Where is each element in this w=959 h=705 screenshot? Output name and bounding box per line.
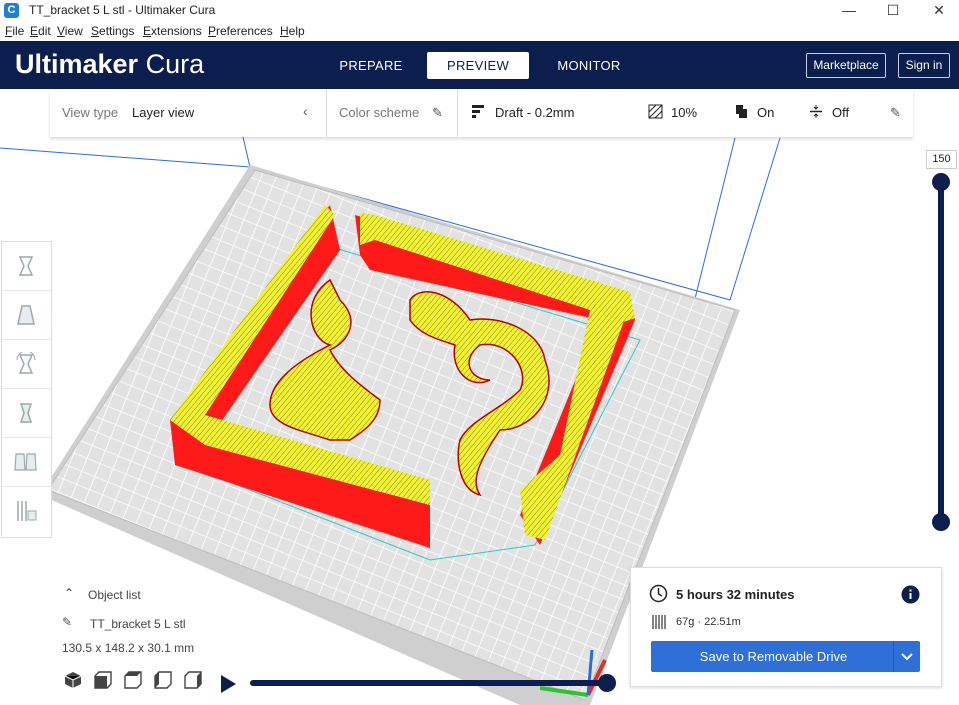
left-toolbar bbox=[1, 241, 52, 538]
spool-icon bbox=[651, 614, 667, 635]
view-type-select[interactable]: Layer view bbox=[132, 105, 194, 120]
pencil-icon[interactable]: ✎ bbox=[62, 615, 72, 629]
menu-extensions[interactable]: Extensions bbox=[143, 24, 202, 38]
move-tool-icon[interactable] bbox=[2, 242, 51, 291]
support-blocker-icon[interactable] bbox=[2, 487, 51, 535]
menu-edit[interactable]: Edit bbox=[30, 24, 51, 38]
cura-app-icon: C bbox=[4, 3, 19, 18]
menu-settings[interactable]: Settings bbox=[91, 24, 134, 38]
save-to-removable-drive-button[interactable]: Save to Removable Drive bbox=[651, 641, 920, 672]
toolbar-divider bbox=[457, 89, 458, 137]
menu-file[interactable]: File bbox=[5, 24, 24, 38]
simulation-slider-handle[interactable] bbox=[598, 674, 616, 692]
front-view-icon[interactable] bbox=[94, 671, 112, 694]
app-header: Ultimaker Cura PREPARE PREVIEW MONITOR M… bbox=[0, 41, 959, 89]
play-simulation-icon[interactable] bbox=[221, 675, 236, 693]
menu-preferences[interactable]: Preferences bbox=[208, 24, 273, 38]
object-dimensions: 130.5 x 148.2 x 30.1 mm bbox=[62, 641, 195, 655]
adhesion-icon bbox=[809, 104, 823, 122]
minimize-button[interactable]: — bbox=[826, 0, 872, 22]
mirror-tool-icon[interactable] bbox=[2, 389, 51, 438]
top-view-icon[interactable] bbox=[124, 671, 142, 694]
tab-monitor[interactable]: MONITOR bbox=[546, 52, 632, 79]
object-name: TT_bracket 5 L stl bbox=[90, 617, 186, 631]
view-settings-toolbar: View type Layer view ‹ Color scheme ✎ Dr… bbox=[50, 89, 913, 137]
adhesion-value[interactable]: Off bbox=[832, 105, 849, 120]
edit-settings-icon[interactable]: ✎ bbox=[890, 105, 901, 121]
3d-view-icon[interactable] bbox=[64, 671, 82, 694]
simulation-slider-track[interactable] bbox=[250, 680, 607, 686]
save-button-label: Save to Removable Drive bbox=[699, 649, 848, 664]
ultimaker-cura-logo: Ultimaker Cura bbox=[15, 49, 204, 80]
material-usage: 67g · 22.51m bbox=[676, 616, 741, 628]
support-value[interactable]: On bbox=[757, 105, 774, 120]
info-icon[interactable] bbox=[901, 585, 920, 609]
per-model-settings-icon[interactable] bbox=[2, 438, 51, 487]
object-list-toggle[interactable]: Object list bbox=[88, 588, 141, 602]
layer-number-input[interactable]: 150 bbox=[926, 150, 957, 169]
logo-bold-text: Ultimaker bbox=[15, 49, 139, 79]
sign-in-button[interactable]: Sign in bbox=[898, 53, 950, 78]
marketplace-button[interactable]: Marketplace bbox=[806, 53, 886, 78]
print-profile[interactable]: Draft - 0.2mm bbox=[495, 105, 574, 120]
tab-preview[interactable]: PREVIEW bbox=[427, 52, 529, 79]
support-icon bbox=[734, 104, 748, 122]
color-scheme-label[interactable]: Color scheme bbox=[339, 105, 419, 120]
close-button[interactable]: ✕ bbox=[916, 0, 959, 22]
right-view-icon[interactable] bbox=[184, 671, 202, 694]
menu-bar: File Edit View Settings Extensions Prefe… bbox=[0, 22, 959, 41]
print-time: 5 hours 32 minutes bbox=[676, 587, 795, 602]
menu-view[interactable]: View bbox=[57, 24, 83, 38]
logo-light-text: Cura bbox=[145, 49, 205, 79]
pencil-icon[interactable]: ✎ bbox=[432, 105, 443, 121]
infill-icon bbox=[648, 104, 663, 122]
scale-tool-icon[interactable] bbox=[2, 291, 51, 340]
tab-prepare[interactable]: PREPARE bbox=[330, 52, 412, 79]
toolbar-divider bbox=[326, 89, 327, 137]
chevron-left-icon[interactable]: ‹ bbox=[303, 103, 308, 119]
print-info-panel: 5 hours 32 minutes 67g · 22.51m Save to … bbox=[630, 567, 942, 687]
profile-icon bbox=[472, 104, 486, 121]
infill-value[interactable]: 10% bbox=[671, 105, 697, 120]
chevron-up-icon[interactable]: ⌃ bbox=[64, 586, 74, 600]
clock-icon bbox=[649, 584, 668, 608]
title-bar: C TT_bracket 5 L stl - Ultimaker Cura — … bbox=[0, 0, 959, 22]
menu-help[interactable]: Help bbox=[280, 24, 305, 38]
maximize-button[interactable]: ☐ bbox=[870, 0, 916, 22]
layer-slider-top-handle[interactable] bbox=[932, 173, 950, 191]
chevron-down-icon[interactable] bbox=[893, 641, 920, 672]
window-title: TT_bracket 5 L stl - Ultimaker Cura bbox=[29, 3, 216, 17]
left-view-icon[interactable] bbox=[154, 671, 172, 694]
layer-slider-bottom-handle[interactable] bbox=[932, 513, 950, 531]
view-type-label: View type bbox=[62, 105, 119, 120]
layer-slider-track[interactable] bbox=[938, 182, 944, 522]
rotate-tool-icon[interactable] bbox=[2, 340, 51, 389]
build-volume-line bbox=[0, 147, 251, 168]
